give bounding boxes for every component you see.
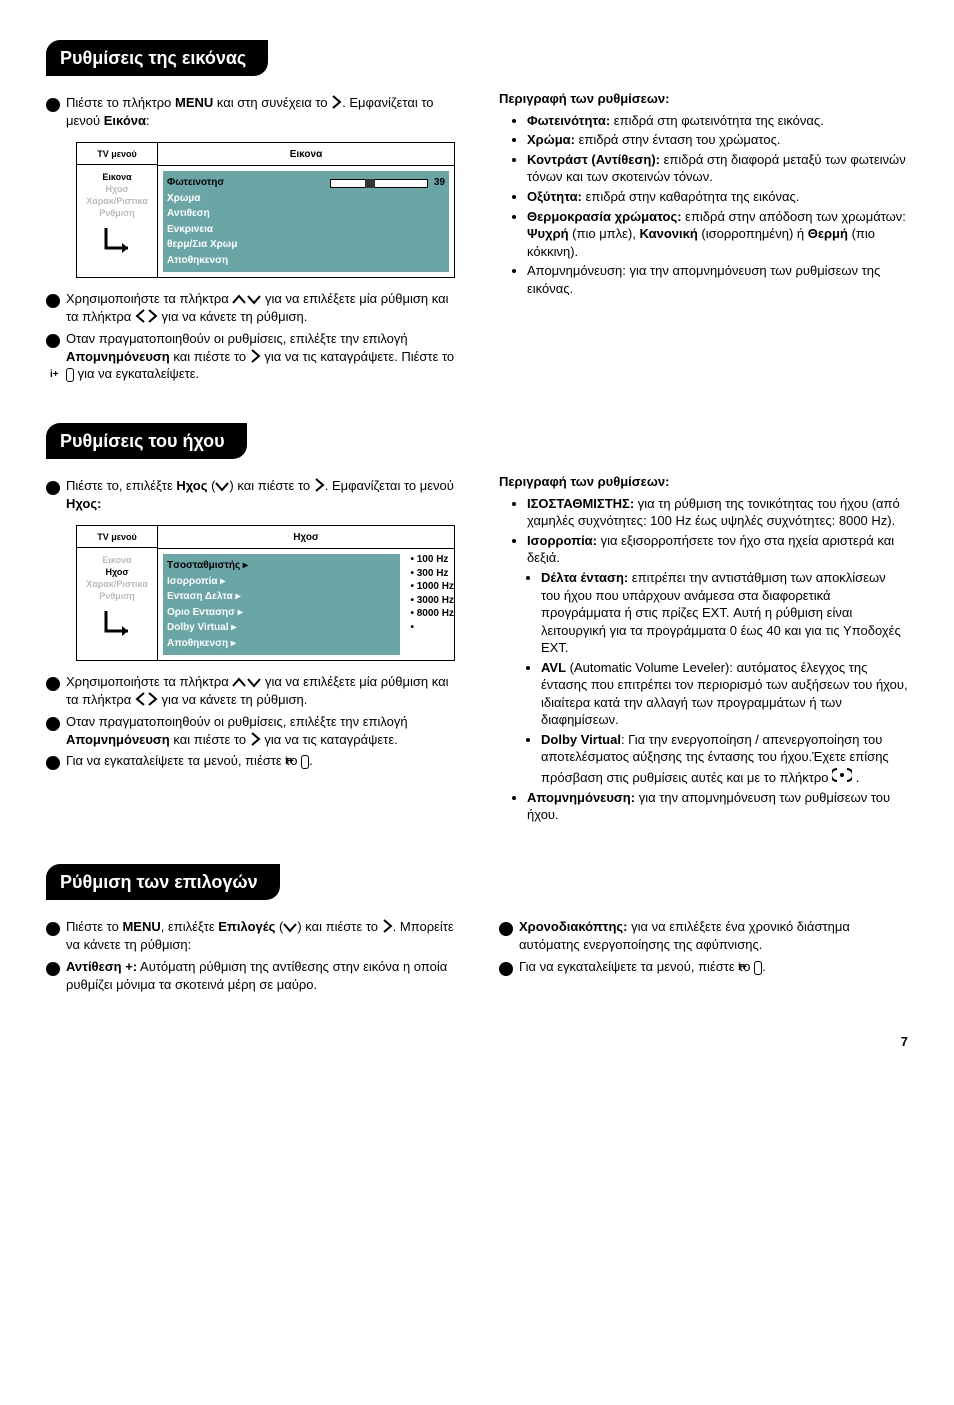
section-image-head: Ρυθμίσεις της εικόνας xyxy=(46,40,268,76)
bullet-4: 4 xyxy=(46,756,60,770)
desc-list: Φωτεινότητα: επιδρά στη φωτεινότητα της … xyxy=(499,112,908,297)
bullet-2: 2 xyxy=(46,677,60,691)
figure-image-menu: TV μενού Εικονα Hχοσ Χαρακ/Ριστικα Ρνθμι… xyxy=(76,142,455,279)
info-plus-button-icon: i+ xyxy=(66,368,74,382)
chevrons-updown-icon xyxy=(232,677,261,688)
fig-right-hdr: Εικονα xyxy=(158,143,454,167)
chevron-right-icon xyxy=(331,95,342,109)
step-3: 3Χρονοδιακόπτης: για να επιλέξετε ένα χρ… xyxy=(499,918,908,954)
step-3: 3Οταν πραγματοποιηθούν οι ρυθμίσεις, επι… xyxy=(46,330,455,383)
chevron-right-icon xyxy=(250,349,261,363)
surround-icon xyxy=(832,766,852,784)
section-sound-head: Ρυθμίσεις του ήχου xyxy=(46,423,247,459)
step-4: 4Για να εγκαταλείψετε τα μενού, πιέστε τ… xyxy=(499,958,908,976)
bullet-2: 2 xyxy=(46,962,60,976)
step-1: 1Πιέστε το MENU, επιλέξτε Επιλογές () κα… xyxy=(46,918,455,954)
chevrons-leftright-icon xyxy=(135,309,158,323)
desc-list: ΙΣΟΣΤΑΘΜΙΣΤΗΣ: για τη ρύθμιση της τονικό… xyxy=(499,495,908,824)
fig-left-hdr: TV μενού xyxy=(77,531,157,548)
fig-left-hdr: TV μενού xyxy=(77,148,157,165)
hook-arrow-icon xyxy=(102,609,132,639)
bullet-2: 2 xyxy=(46,294,60,308)
bullet-3: 3 xyxy=(46,334,60,348)
step-4: 4Για να εγκαταλείψετε τα μενού, πιέστε τ… xyxy=(46,752,455,770)
figure-sound-menu: TV μενού Εικονα Hχοσ Χαρακ/Ριστικα Ρνθμι… xyxy=(76,525,455,662)
chevron-down-icon xyxy=(283,922,297,933)
bullet-1: 1 xyxy=(46,98,60,112)
section-image: Ρυθμίσεις της εικόνας 1Πιέστε το πλήκτρο… xyxy=(46,40,908,387)
bullet-1: 1 xyxy=(46,481,60,495)
section-options: Ρύθμιση των επιλογών 1Πιέστε το MENU, επ… xyxy=(46,864,908,997)
desc-head: Περιγραφή των ρυθμίσεων: xyxy=(499,90,908,108)
desc-head: Περιγραφή των ρυθμίσεων: xyxy=(499,473,908,491)
chevron-right-icon xyxy=(314,478,325,492)
chevron-right-icon xyxy=(382,919,393,933)
chevrons-leftright-icon xyxy=(135,692,158,706)
step-2: 2Αντίθεση +: Αυτόματη ρύθμιση της αντίθε… xyxy=(46,958,455,994)
bullet-3: 3 xyxy=(499,922,513,936)
section-sound: Ρυθμίσεις του ήχου 1Πιέστε το, επιλέξτε … xyxy=(46,423,908,828)
chevron-down-icon xyxy=(215,481,229,492)
section-options-head: Ρύθμιση των επιλογών xyxy=(46,864,280,900)
step-2: 2Χρησιμοποιήστε τα πλήκτρα για να επιλέξ… xyxy=(46,290,455,326)
info-plus-button-icon: i+ xyxy=(754,961,762,975)
chevron-right-icon xyxy=(250,732,261,746)
info-plus-button-icon: i+ xyxy=(301,755,309,769)
bullet-3: 3 xyxy=(46,717,60,731)
step-1: 1Πιέστε το, επιλέξτε Hχος () και πιέστε … xyxy=(46,477,455,513)
chevrons-updown-icon xyxy=(232,294,261,305)
page-number: 7 xyxy=(46,1033,908,1051)
step-1: 1Πιέστε το πλήκτρο MENU και στη συνέχεια… xyxy=(46,94,455,130)
hook-arrow-icon xyxy=(102,226,132,256)
bullet-4: 4 xyxy=(499,962,513,976)
fig-right-hdr: Hχοσ xyxy=(158,526,454,550)
brightness-slider xyxy=(330,179,428,188)
step-2: 2Χρησιμοποιήστε τα πλήκτρα για να επιλέξ… xyxy=(46,673,455,709)
step-3: 3Οταν πραγματοποιηθούν οι ρυθμίσεις, επι… xyxy=(46,713,455,749)
bullet-1: 1 xyxy=(46,922,60,936)
